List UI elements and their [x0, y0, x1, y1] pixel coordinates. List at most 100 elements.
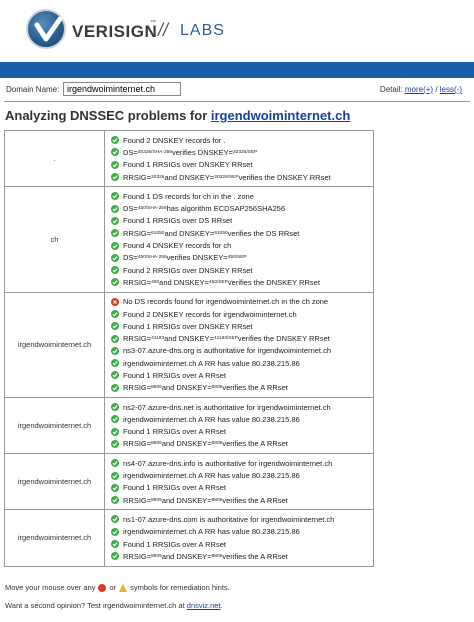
check-item: RRSIG= 450 and DNSKEY= 450/SEP verifies th… — [111, 276, 367, 288]
check-item: RRSIG= 61050 and DNSKEY= 61050 verifies th… — [111, 227, 367, 239]
check-mark-icon — [34, 16, 63, 42]
detail-label: Detail: — [379, 85, 403, 94]
key-tag: 8805 — [211, 497, 223, 503]
check-ok-icon — [111, 496, 119, 505]
check-text: ns3-07.azure-dns.org is authoritative fo… — [123, 346, 332, 356]
check-item: Found 2 DNSKEY records for . — [111, 134, 367, 146]
check-ok-icon — [111, 439, 119, 448]
check-item: Found 1 RRSIGs over A RRset — [111, 538, 367, 550]
check-text: ns1-07.azure-dns.com is authoritative fo… — [123, 514, 335, 524]
check-ok-icon — [111, 160, 119, 169]
check-text: verifies DNSKEY= — [171, 147, 234, 157]
check-text: No DS records found for irgendwoimintern… — [123, 297, 329, 307]
check-text: and DNSKEY= — [164, 172, 215, 182]
check-text: RRSIG= — [123, 439, 152, 449]
check-text: Found 1 RRSIGs over A RRset — [123, 427, 226, 437]
results-table: . Found 2 DNSKEY records for . DS= 20326/SH… — [4, 130, 374, 567]
check-ok-icon — [111, 253, 119, 262]
check-ok-icon — [111, 540, 119, 549]
toolbar: Domain Name: Detail: more(+) / less(-) — [0, 80, 474, 100]
check-text: verifies the DNSKEY RRset — [237, 334, 330, 344]
check-text: RRSIG= — [123, 172, 152, 182]
check-text: Found 4 DNSKEY records for ch — [123, 241, 232, 251]
check-list: ns4-07.azure-dns.info is authoritative f… — [105, 454, 373, 509]
key-tag: 450/SEP — [227, 255, 247, 261]
key-tag: 20326 — [151, 174, 165, 180]
check-ok-icon — [111, 278, 119, 287]
check-item: Found 1 RRSIGs over A RRset — [111, 482, 367, 494]
check-text: and DNSKEY= — [164, 228, 215, 238]
check-ok-icon — [111, 266, 119, 275]
check-text: Found 1 RRSIGs over A RRset — [123, 370, 226, 380]
second-opinion: Want a second opinion? Test irgendwoimin… — [5, 601, 223, 610]
check-item: Found 4 DNSKEY records for ch — [111, 239, 367, 251]
key-tag: 450 — [151, 279, 160, 285]
less-detail-link[interactable]: less(-) — [440, 85, 462, 94]
check-ok-icon — [111, 216, 119, 225]
check-text: and DNSKEY= — [159, 277, 209, 287]
brand-name: VERISIGN — [72, 22, 158, 41]
check-text: irgendwoiminternet.ch A RR has value 80.… — [123, 414, 300, 424]
check-item: irgendwoiminternet.ch A RR has value 80.… — [111, 526, 367, 538]
key-tag: 8805 — [211, 385, 223, 391]
check-item: DS= 20326/SHA-256 verifies DNSKEY= 20326/S… — [111, 146, 367, 158]
check-text: RRSIG= — [123, 277, 152, 287]
check-list: Found 2 DNSKEY records for . DS= 20326/SHA… — [105, 131, 373, 186]
zone-name: irgendwoiminternet.ch — [5, 454, 105, 510]
check-ok-icon — [111, 515, 119, 524]
check-text: has algorithm ECDSAP256SHA256 — [166, 204, 286, 214]
key-tag: 8805 — [211, 441, 223, 447]
check-ok-icon — [111, 427, 119, 436]
key-tag: 8805 — [151, 497, 162, 503]
check-text: RRSIG= — [123, 495, 152, 505]
check-ok-icon — [111, 552, 119, 561]
check-item: ns2-07.azure-dns.net is authoritative fo… — [111, 401, 367, 413]
key-tag: 20326/SEP — [214, 174, 239, 180]
remediation-hint: Move your mouse over any or symbols for … — [5, 583, 230, 592]
key-tag: 41183 — [151, 336, 165, 342]
check-ok-icon — [111, 334, 119, 343]
warning-icon — [119, 583, 128, 592]
result-row: irgendwoiminternet.ch ns4-07.azure-dns.in… — [5, 454, 373, 511]
error-icon[interactable] — [111, 297, 119, 306]
check-text: Found 1 RRSIGs over DS RRset — [123, 216, 233, 226]
hint-suffix: symbols for remediation hints. — [130, 583, 230, 592]
check-item: ns4-07.azure-dns.info is authoritative f… — [111, 457, 367, 469]
brand-labs: LABS — [180, 22, 225, 39]
check-ok-icon — [111, 371, 119, 380]
second-opinion-period: . — [220, 601, 223, 610]
key-tag: 8805 — [151, 385, 162, 391]
check-text: ns4-07.azure-dns.info is authoritative f… — [123, 458, 333, 468]
brand-slash: // — [158, 20, 169, 40]
zone-name: . — [5, 131, 105, 187]
hint-or: or — [109, 583, 117, 592]
check-list: Found 1 DS records for ch in the . zone D… — [105, 187, 373, 291]
error-icon — [98, 583, 107, 592]
check-text: ns2-07.azure-dns.net is authoritative fo… — [123, 402, 331, 412]
zone-name: ch — [5, 187, 105, 292]
check-ok-icon — [111, 483, 119, 492]
dnsviz-link[interactable]: dnsviz.net — [187, 601, 221, 610]
check-ok-icon — [111, 415, 119, 424]
check-item: DS= 450/SHA-256 has algorithm ECDSAP256SH… — [111, 202, 367, 214]
zone-name: irgendwoiminternet.ch — [5, 397, 105, 454]
check-text: irgendwoiminternet.ch A RR has value 80.… — [123, 471, 300, 481]
check-text: Found 1 RRSIGs over A RRset — [123, 483, 226, 493]
check-ok-icon — [111, 383, 119, 392]
check-item: RRSIG= 8805 and DNSKEY= 8805 verifies the … — [111, 550, 367, 562]
check-text: and DNSKEY= — [164, 334, 214, 344]
domain-name-input[interactable] — [63, 82, 181, 96]
check-item: Found 2 RRSIGs over DNSKEY RRset — [111, 264, 367, 276]
check-text: Found 1 RRSIGs over A RRset — [123, 539, 226, 549]
key-tag: 450/SEP — [208, 279, 228, 285]
check-ok-icon — [111, 204, 119, 213]
check-item: irgendwoiminternet.ch A RR has value 80.… — [111, 469, 367, 481]
page-title-domain-link[interactable]: irgendwoiminternet.ch — [211, 108, 350, 123]
verisign-logo-icon — [26, 9, 66, 49]
page-title: Analyzing DNSSEC problems for irgendwoim… — [5, 108, 350, 123]
check-ok-icon — [111, 459, 119, 468]
check-list: ns2-07.azure-dns.net is authoritative fo… — [105, 398, 373, 453]
detail-separator: / — [435, 85, 438, 94]
more-detail-link[interactable]: more(+) — [405, 85, 433, 94]
check-text: and DNSKEY= — [161, 439, 212, 449]
